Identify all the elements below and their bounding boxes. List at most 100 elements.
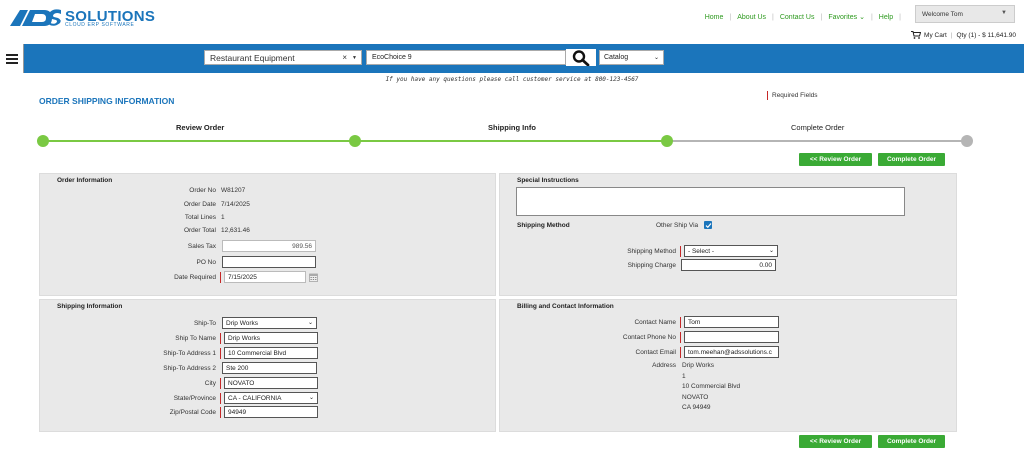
checkmark-icon <box>705 222 712 228</box>
nav-favorites-link[interactable]: Favorites ⌄ <box>822 13 871 21</box>
ship-to-address2-label: Ship-To Address 2 <box>163 364 216 372</box>
cart-label: My Cart <box>924 31 947 39</box>
search-bar: Restaurant Equipment × ▼ EcoChoice 9 Cat… <box>0 44 1024 73</box>
hamburger-icon[interactable] <box>0 44 24 73</box>
zip-label: Zip/Postal Code <box>169 408 216 416</box>
complete-order-button[interactable]: Complete Order <box>878 153 945 166</box>
step-complete-order: Complete Order <box>791 123 845 132</box>
address-line: CA 94949 <box>682 404 711 411</box>
search-input[interactable]: EcoChoice 9 <box>366 50 566 65</box>
catalog-select[interactable]: Catalog ⌄ <box>599 50 664 65</box>
address-label: Address <box>652 362 676 369</box>
special-instructions-panel: Special Instructions Shipping Method Oth… <box>499 173 957 296</box>
required-marker <box>220 332 221 344</box>
total-lines-label: Total Lines <box>184 214 216 221</box>
ship-to-label: Ship-To <box>193 319 216 327</box>
nav-about-link[interactable]: About Us <box>731 14 772 21</box>
address-line: Drip Works <box>682 362 715 369</box>
ship-to-select[interactable]: Drip Works ⌄ <box>222 317 317 329</box>
shipping-method-heading: Shipping Method <box>517 222 570 229</box>
category-select[interactable]: Restaurant Equipment × ▼ <box>204 50 362 65</box>
complete-order-button-bottom[interactable]: Complete Order <box>878 435 945 448</box>
ship-to-address1-field[interactable]: 10 Commercial Blvd <box>224 347 318 359</box>
step-shipping-info: Shipping Info <box>488 123 536 132</box>
address-line: NOVATO <box>682 393 709 401</box>
state-value: CA - CALIFORNIA <box>228 394 282 402</box>
shipping-method-label: Shipping Method <box>627 247 676 255</box>
step-review-order[interactable]: Review Order <box>176 123 224 132</box>
caret-down-icon: ▼ <box>352 55 357 61</box>
required-marker <box>220 347 221 359</box>
order-total-value: 12,631.46 <box>221 227 250 234</box>
required-marker <box>680 346 681 358</box>
favorites-label: Favorites <box>828 14 858 21</box>
progress-dot-review <box>37 135 49 147</box>
po-no-label: PO No <box>196 258 216 266</box>
company-logo[interactable]: SOLUTIONS CLOUD ERP SOFTWARE <box>8 8 155 28</box>
contact-email-label: Contact Email <box>635 348 676 356</box>
catalog-value: Catalog <box>604 54 629 61</box>
state-select[interactable]: CA - CALIFORNIA ⌄ <box>224 392 318 404</box>
required-marker <box>680 331 681 343</box>
billing-contact-panel: Billing and Contact Information Contact … <box>499 299 957 432</box>
cart-separator: | <box>950 31 953 39</box>
chevron-down-icon: ⌄ <box>859 14 865 21</box>
clear-icon[interactable]: × <box>342 53 347 62</box>
welcome-text: Welcome Tom <box>922 10 963 18</box>
city-field[interactable]: NOVATO <box>224 377 318 389</box>
order-total-label: Order Total <box>183 227 216 234</box>
progress-dot-complete <box>961 135 973 147</box>
po-no-field[interactable] <box>222 256 316 268</box>
nav-home-link[interactable]: Home <box>699 14 730 21</box>
progress-dot-shipping <box>349 135 361 147</box>
search-value: EcoChoice 9 <box>372 54 412 61</box>
category-value: Restaurant Equipment <box>210 52 295 63</box>
ship-to-name-field[interactable]: Drip Works <box>224 332 318 344</box>
contact-name-field[interactable]: Tom <box>684 316 779 328</box>
required-marker <box>680 316 681 328</box>
shopping-cart-icon <box>911 31 922 39</box>
shipping-method-select[interactable]: - Select - ⌄ <box>684 245 778 257</box>
shipping-information-panel: Shipping Information Ship-To Drip Works … <box>39 299 496 432</box>
user-menu-dropdown[interactable]: Welcome Tom ▼ <box>915 5 1015 23</box>
contact-phone-field[interactable] <box>684 331 779 343</box>
panel-title: Billing and Contact Information <box>517 303 614 310</box>
shipping-charge-field[interactable]: 0.00 <box>681 259 776 271</box>
other-ship-via-label: Other Ship Via <box>656 221 699 229</box>
address-line: 10 Commercial Blvd <box>682 383 741 390</box>
required-marker <box>680 245 681 257</box>
contact-email-field[interactable]: tom.meehan@adssolutions.c <box>684 346 779 358</box>
special-instructions-textarea[interactable] <box>516 187 905 216</box>
nav-contact-link[interactable]: Contact Us <box>774 14 821 21</box>
shipping-method-value: - Select - <box>688 247 715 255</box>
cart-summary[interactable]: My Cart | Qty (1) - $ 11,641.90 <box>911 31 1016 39</box>
sales-tax-field: 989.56 <box>222 240 316 252</box>
ship-to-name-label: Ship To Name <box>175 334 216 342</box>
required-marker <box>220 377 221 389</box>
ship-to-address2-field[interactable]: Ste 200 <box>222 362 317 374</box>
order-no-value: W81207 <box>221 187 246 194</box>
date-required-field[interactable]: 7/15/2025 <box>224 271 306 283</box>
city-label: City <box>204 379 216 387</box>
search-button[interactable] <box>566 49 596 66</box>
other-ship-via-checkbox[interactable] <box>704 221 713 229</box>
state-label: State/Province <box>173 394 216 402</box>
progress-track-pending <box>667 140 967 142</box>
order-no-label: Order No <box>189 187 216 194</box>
caret-down-icon: ▼ <box>1001 10 1007 16</box>
billing-address: Drip Works 1 10 Commercial Blvd NOVATO C… <box>682 361 740 414</box>
page-title: ORDER SHIPPING INFORMATION <box>39 96 175 106</box>
chevron-down-icon: ⌄ <box>653 55 659 61</box>
contact-phone-label: Contact Phone No <box>622 333 676 341</box>
search-icon <box>572 49 590 66</box>
nav-help-link[interactable]: Help <box>873 14 899 21</box>
chevron-down-icon: ⌄ <box>768 248 774 254</box>
required-fields-legend: Required Fields <box>767 91 818 100</box>
zip-field[interactable]: 94949 <box>224 406 318 418</box>
calendar-icon[interactable] <box>309 273 318 282</box>
top-nav: Home | About Us | Contact Us | Favorites… <box>699 13 901 22</box>
review-order-button[interactable]: << Review Order <box>799 153 872 166</box>
review-order-button-bottom[interactable]: << Review Order <box>799 435 872 448</box>
required-marker <box>220 406 221 418</box>
sales-tax-label: Sales Tax <box>187 242 216 250</box>
